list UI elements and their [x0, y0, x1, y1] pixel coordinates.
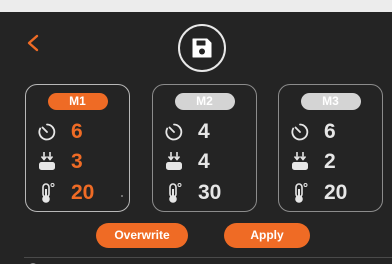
- speed-row: 6: [289, 119, 336, 145]
- temperature-row: 20: [36, 180, 94, 206]
- memory-label-m2: M2: [174, 93, 235, 110]
- save-button[interactable]: [178, 24, 226, 72]
- thermometer-icon: [36, 182, 58, 204]
- memory-card-m1[interactable]: M1 6 3 20: [25, 84, 130, 212]
- chevron-left-icon[interactable]: [26, 32, 40, 54]
- memory-label-m3: M3: [300, 93, 361, 110]
- feed-row: 4: [163, 149, 210, 175]
- feed-down-icon: [163, 151, 185, 173]
- feed-down-icon: [289, 151, 311, 173]
- apply-button[interactable]: Apply: [224, 223, 310, 248]
- speed-dial-icon: [289, 121, 311, 143]
- speed-value: 4: [198, 120, 210, 143]
- feed-down-icon: [36, 151, 58, 173]
- floppy-disk-icon: [192, 38, 212, 58]
- speed-row: 6: [36, 119, 83, 145]
- temperature-value: 30: [198, 181, 222, 204]
- feed-value: 3: [71, 150, 83, 173]
- speed-value: 6: [324, 120, 336, 143]
- divider: [24, 257, 392, 258]
- presets-panel: M1 6 3 20 M2 4 4 30 M3 6 2 20 Overwrite …: [0, 12, 392, 264]
- thermometer-icon: [163, 182, 185, 204]
- temperature-value: 20: [324, 181, 348, 204]
- speed-value: 6: [71, 120, 83, 143]
- thermometer-icon: [289, 182, 311, 204]
- memory-card-m3[interactable]: M3 6 2 20: [278, 84, 383, 212]
- overwrite-button[interactable]: Overwrite: [96, 223, 188, 248]
- speed-dial-icon: [163, 121, 185, 143]
- feed-value: 4: [198, 150, 210, 173]
- temperature-value: 20: [71, 181, 95, 204]
- temperature-row: 20: [289, 180, 347, 206]
- indicator-dot: [121, 195, 123, 197]
- feed-value: 2: [324, 150, 336, 173]
- temperature-row: 30: [163, 180, 221, 206]
- memory-label-m1: M1: [47, 93, 108, 110]
- speed-row: 4: [163, 119, 210, 145]
- memory-card-m2[interactable]: M2 4 4 30: [152, 84, 257, 212]
- feed-row: 2: [289, 149, 336, 175]
- speed-dial-icon: [36, 121, 58, 143]
- feed-row: 3: [36, 149, 83, 175]
